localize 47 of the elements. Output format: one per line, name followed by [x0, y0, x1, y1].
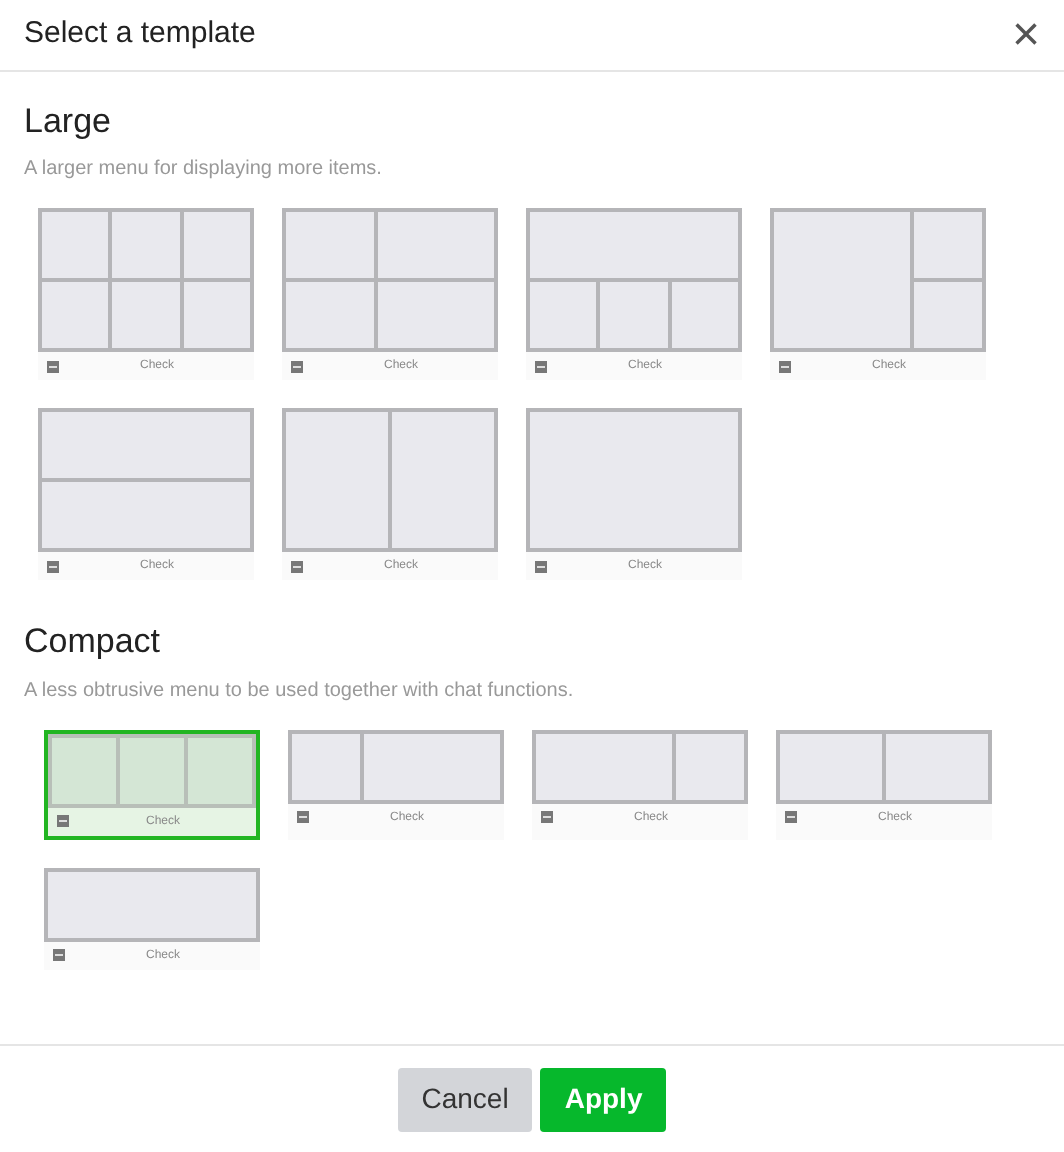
layout-cell — [112, 282, 180, 349]
layout-cell — [392, 412, 494, 549]
layout-cell — [364, 733, 500, 799]
layout-cell — [42, 212, 109, 279]
keyboard-icon — [290, 359, 304, 374]
layout-cell — [188, 737, 252, 803]
dialog-title: Select a template — [24, 14, 256, 55]
keyboard-icon — [534, 359, 548, 374]
keyboard-icon — [290, 559, 304, 574]
keyboard-icon — [540, 810, 554, 824]
keyboard-icon — [46, 559, 60, 574]
layout-cell — [377, 212, 494, 279]
layout-cell — [536, 733, 672, 799]
layout-cell — [600, 282, 668, 349]
keyboard-icon — [52, 948, 66, 962]
keyboard-icon — [56, 814, 70, 828]
apply-button[interactable]: Apply — [540, 1067, 667, 1131]
section-description: A less obtrusive menu to be used together with chat functions. — [24, 677, 576, 705]
layout-cell — [286, 212, 374, 279]
layout-cell — [914, 282, 982, 349]
section-description: A larger menu for displaying more items. — [24, 156, 384, 185]
keyboard-icon — [534, 559, 548, 574]
layout-cell — [886, 733, 988, 799]
layout-cell — [183, 282, 250, 349]
layout-cell — [286, 412, 388, 549]
section-title: Compact — [24, 620, 163, 663]
layout-cell — [377, 282, 494, 349]
keyboard-icon — [46, 359, 60, 374]
keyboard-icon — [296, 810, 310, 824]
layout-cell — [292, 733, 360, 799]
section-title: Large — [24, 100, 113, 143]
close-button[interactable]: × — [1011, 11, 1040, 59]
layout-cell — [42, 282, 109, 349]
cancel-button[interactable]: Cancel — [397, 1067, 533, 1131]
keyboard-icon — [784, 810, 798, 824]
layout-cell — [780, 733, 882, 799]
layout-cell — [671, 282, 738, 349]
layout-cell — [774, 212, 910, 349]
layout-cell — [112, 212, 180, 279]
layout-cell — [286, 282, 374, 349]
layout-cell — [52, 737, 116, 803]
layout-cell — [676, 733, 744, 799]
layout-cell — [914, 212, 982, 279]
layout-cell — [183, 212, 250, 279]
layout-cell — [120, 737, 184, 803]
layout-cell — [530, 282, 597, 349]
keyboard-icon — [778, 359, 792, 374]
